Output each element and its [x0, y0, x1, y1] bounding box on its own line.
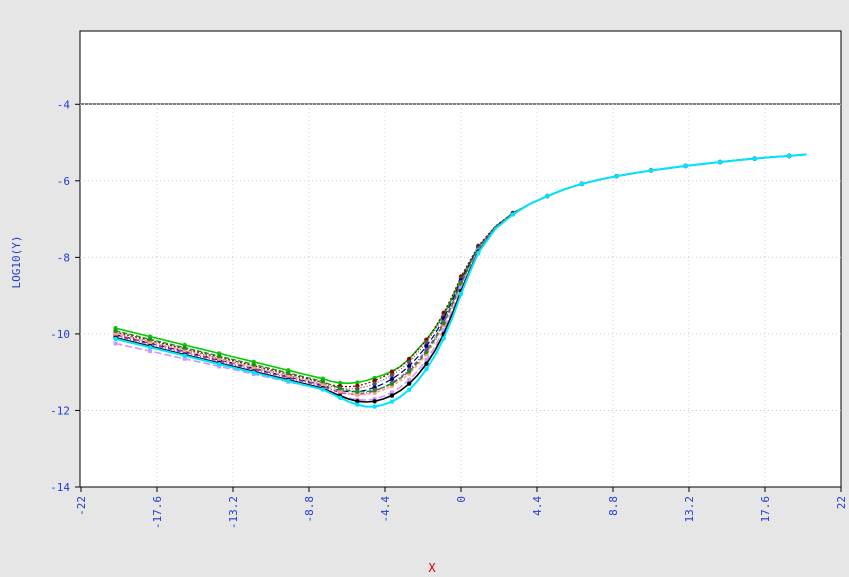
data-point [579, 181, 585, 187]
data-point [147, 345, 153, 350]
data-point [320, 387, 326, 392]
x-tick-label: -8.8 [303, 496, 316, 523]
y-tick-label: -12 [50, 404, 70, 417]
data-point [286, 378, 291, 384]
x-tick-label: 8.8 [607, 496, 620, 516]
x-tick-label: 13.2 [683, 496, 696, 523]
data-point [510, 212, 516, 217]
title-box [79, 30, 842, 105]
data-point [113, 328, 118, 334]
data-point [406, 369, 412, 374]
data-point [545, 193, 550, 199]
data-point [216, 361, 222, 367]
data-point [406, 381, 412, 386]
data-point [683, 163, 688, 169]
y-tick-label: -10 [50, 328, 70, 341]
data-point [372, 387, 377, 393]
data-point [113, 336, 118, 342]
data-point [441, 336, 446, 341]
data-point [337, 386, 343, 391]
data-point [406, 387, 412, 392]
data-point [355, 389, 360, 394]
y-tick-label: -6 [57, 175, 70, 188]
data-point [389, 381, 395, 386]
data-point [148, 349, 153, 354]
x-axis-title: X [428, 561, 436, 575]
data-point [182, 345, 187, 350]
data-point [389, 376, 395, 382]
data-point [372, 399, 377, 404]
data-point [648, 168, 654, 173]
data-point [147, 337, 153, 342]
data-point [458, 291, 464, 297]
data-point [406, 363, 412, 369]
x-tick-label: -13.2 [227, 496, 240, 529]
y-tick-label: -8 [57, 251, 70, 264]
data-point [251, 370, 256, 375]
data-point [216, 353, 222, 359]
data-point [113, 341, 118, 346]
y-tick-label: -4 [57, 98, 71, 111]
data-point [717, 159, 723, 165]
data-point [320, 379, 326, 384]
data-point [424, 366, 429, 372]
x-tick-label: 0 [455, 496, 468, 503]
data-point [372, 404, 377, 409]
x-tick-label: -4.4 [379, 496, 392, 523]
data-point [476, 250, 481, 255]
y-tick-label: -14 [50, 481, 70, 494]
chart-container: -22 -17.6 -13.2 -8.8 -4.4 0 4.4 8.8 13.2 17.6 22 -1… [0, 0, 849, 577]
data-point [389, 399, 395, 404]
x-tick-label: -17.6 [151, 496, 164, 529]
y-axis-title: LOG10(Y) [10, 236, 23, 289]
data-point [389, 373, 395, 378]
x-tick-label: -22 [75, 496, 88, 516]
data-point [182, 353, 187, 358]
chart-svg: -22 -17.6 -13.2 -8.8 -4.4 0 4.4 8.8 13.2 17.6 22 -1… [10, 30, 848, 575]
x-tick-label: 17.6 [759, 496, 772, 523]
data-point [786, 153, 792, 159]
data-point [251, 362, 256, 367]
data-point [355, 402, 360, 407]
data-point [337, 395, 343, 401]
x-tick-label: 4.4 [531, 496, 544, 516]
data-point [614, 174, 619, 179]
data-point [424, 349, 429, 355]
data-point [389, 393, 395, 398]
data-point [286, 370, 291, 376]
data-point [372, 381, 377, 386]
data-point [752, 156, 757, 161]
x-tick-label: 22 [835, 496, 848, 509]
